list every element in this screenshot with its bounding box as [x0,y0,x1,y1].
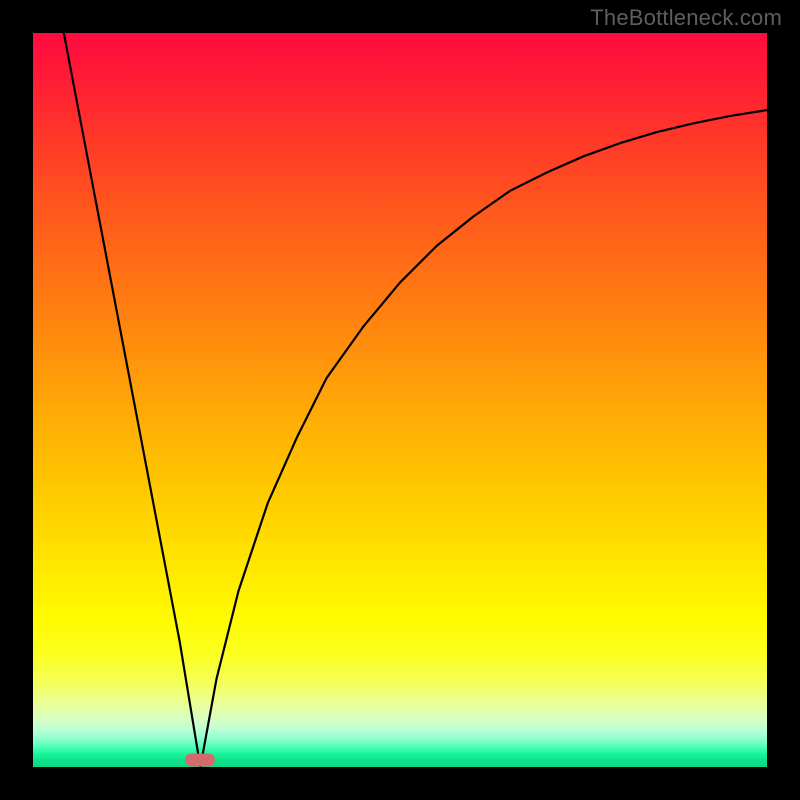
optimal-marker [185,753,215,766]
chart-frame: TheBottleneck.com [0,0,800,800]
plot-area [33,33,767,767]
watermark-text: TheBottleneck.com [590,5,782,31]
bottleneck-curve [33,33,767,767]
